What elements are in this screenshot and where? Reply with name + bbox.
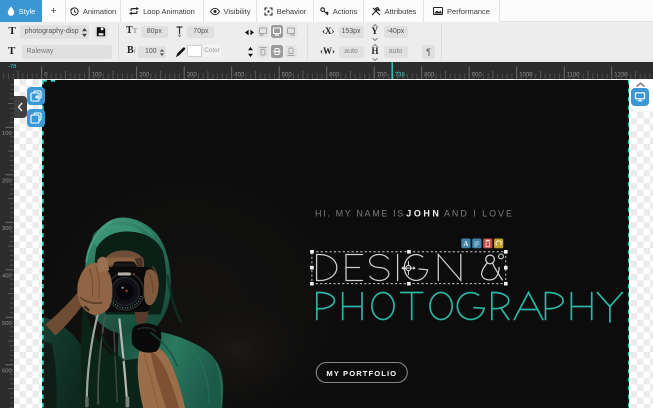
svg-text:600: 600 (329, 73, 340, 79)
svg-text:MY PORTFOLIO: MY PORTFOLIO (326, 368, 397, 377)
svg-text:-78: -78 (8, 64, 16, 70)
svg-text:JOHN: JOHN (406, 208, 441, 218)
svg-text:800: 800 (424, 73, 435, 79)
svg-text:200: 200 (139, 73, 150, 79)
svg-text:A: A (463, 240, 468, 248)
svg-text:500: 500 (282, 73, 293, 79)
svg-text:100: 100 (92, 73, 103, 79)
svg-text:900: 900 (472, 73, 483, 79)
svg-text:AND I LOVE: AND I LOVE (444, 208, 514, 218)
svg-text:400: 400 (234, 73, 245, 79)
svg-text:HI. MY NAME IS: HI. MY NAME IS (315, 208, 405, 218)
svg-text:738: 738 (395, 73, 406, 79)
svg-text:300: 300 (187, 73, 198, 79)
svg-text:700: 700 (377, 73, 388, 79)
